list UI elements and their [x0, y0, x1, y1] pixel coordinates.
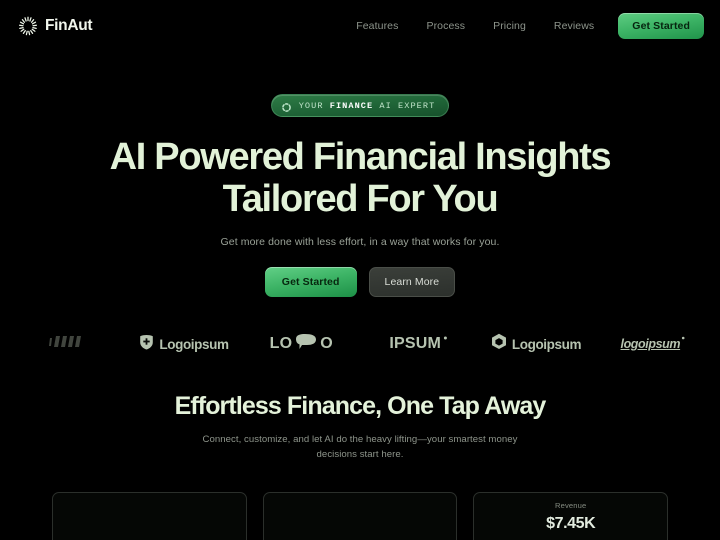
- dashed-circle-icon: [281, 100, 292, 112]
- feature-card-1[interactable]: [52, 492, 247, 540]
- nav-link-features[interactable]: Features: [356, 20, 398, 32]
- slanted-bars-icon: [47, 333, 87, 356]
- nav-get-started-button[interactable]: Get Started: [618, 13, 704, 39]
- logo-lobo-label-left: LO: [269, 335, 293, 352]
- logo-italic-label: logoipsum: [620, 337, 681, 351]
- hero-section: YOUR FINANCE AI EXPERT AI Powered Financ…: [0, 52, 720, 297]
- badge-suffix: AI EXPERT: [373, 100, 436, 111]
- blob-icon: [294, 333, 318, 355]
- hero-get-started-button[interactable]: Get Started: [264, 267, 357, 297]
- logo-shield: Logoipsum: [125, 334, 242, 355]
- landing-page: FinAut Features Process Pricing Reviews …: [0, 0, 720, 540]
- brand-name: FinAut: [45, 17, 93, 34]
- logo-hexagon: Logoipsum: [477, 333, 594, 355]
- logo-shield-label: Logoipsum: [159, 336, 229, 352]
- logo-hexagon-label: Logoipsum: [511, 336, 582, 352]
- navbar: FinAut Features Process Pricing Reviews …: [0, 0, 720, 52]
- feature-card-revenue[interactable]: Revenue $7.45K: [473, 492, 669, 540]
- hero-actions: Get Started Learn More: [0, 267, 720, 297]
- client-logo-strip: Logoipsum LO O IPSUM Logoipsum logoipsum: [0, 322, 720, 366]
- logo-lobo-label-right: O: [320, 335, 333, 352]
- feature-cards: Revenue $7.45K: [52, 492, 669, 540]
- hero-badge[interactable]: YOUR FINANCE AI EXPERT: [270, 94, 450, 117]
- hero-badge-text: YOUR FINANCE AI EXPERT: [299, 101, 436, 111]
- nav-link-process[interactable]: Process: [426, 20, 465, 32]
- hero-headline-line-1: AI Powered Financial Insights: [109, 136, 612, 178]
- nav-link-pricing[interactable]: Pricing: [493, 20, 526, 32]
- hero-headline: AI Powered Financial Insights Tailored F…: [0, 136, 720, 220]
- dot-icon: [443, 335, 448, 354]
- badge-emphasis: FINANCE: [329, 100, 374, 111]
- badge-prefix: YOUR: [298, 100, 330, 111]
- hero-learn-more-button[interactable]: Learn More: [368, 267, 456, 297]
- revenue-value: $7.45K: [546, 515, 596, 532]
- section-subtitle: Connect, customize, and let AI do the he…: [202, 434, 518, 460]
- features-section: Effortless Finance, One Tap Away Connect…: [0, 392, 720, 462]
- hero-subheadline: Get more done with less effort, in a way…: [220, 236, 500, 248]
- revenue-label: Revenue: [554, 501, 587, 510]
- brand-logo[interactable]: FinAut: [18, 16, 93, 36]
- shield-icon: [139, 334, 154, 355]
- feature-card-2[interactable]: [262, 492, 458, 540]
- logo-italic: logoipsum: [595, 335, 712, 354]
- hexagon-ring-icon: [491, 333, 507, 355]
- starburst-icon: [18, 16, 38, 36]
- logo-ipsum: IPSUM: [360, 335, 477, 354]
- section-title: Effortless Finance, One Tap Away: [174, 392, 547, 420]
- dot-icon: [681, 335, 686, 354]
- hero-headline-line-2: Tailored For You: [222, 178, 499, 220]
- logo-ipsum-label: IPSUM: [389, 335, 441, 352]
- nav-links: Features Process Pricing Reviews: [356, 20, 618, 32]
- logo-bars: [8, 333, 125, 356]
- nav-link-reviews[interactable]: Reviews: [554, 20, 594, 32]
- logo-lobo: LO O: [243, 333, 360, 355]
